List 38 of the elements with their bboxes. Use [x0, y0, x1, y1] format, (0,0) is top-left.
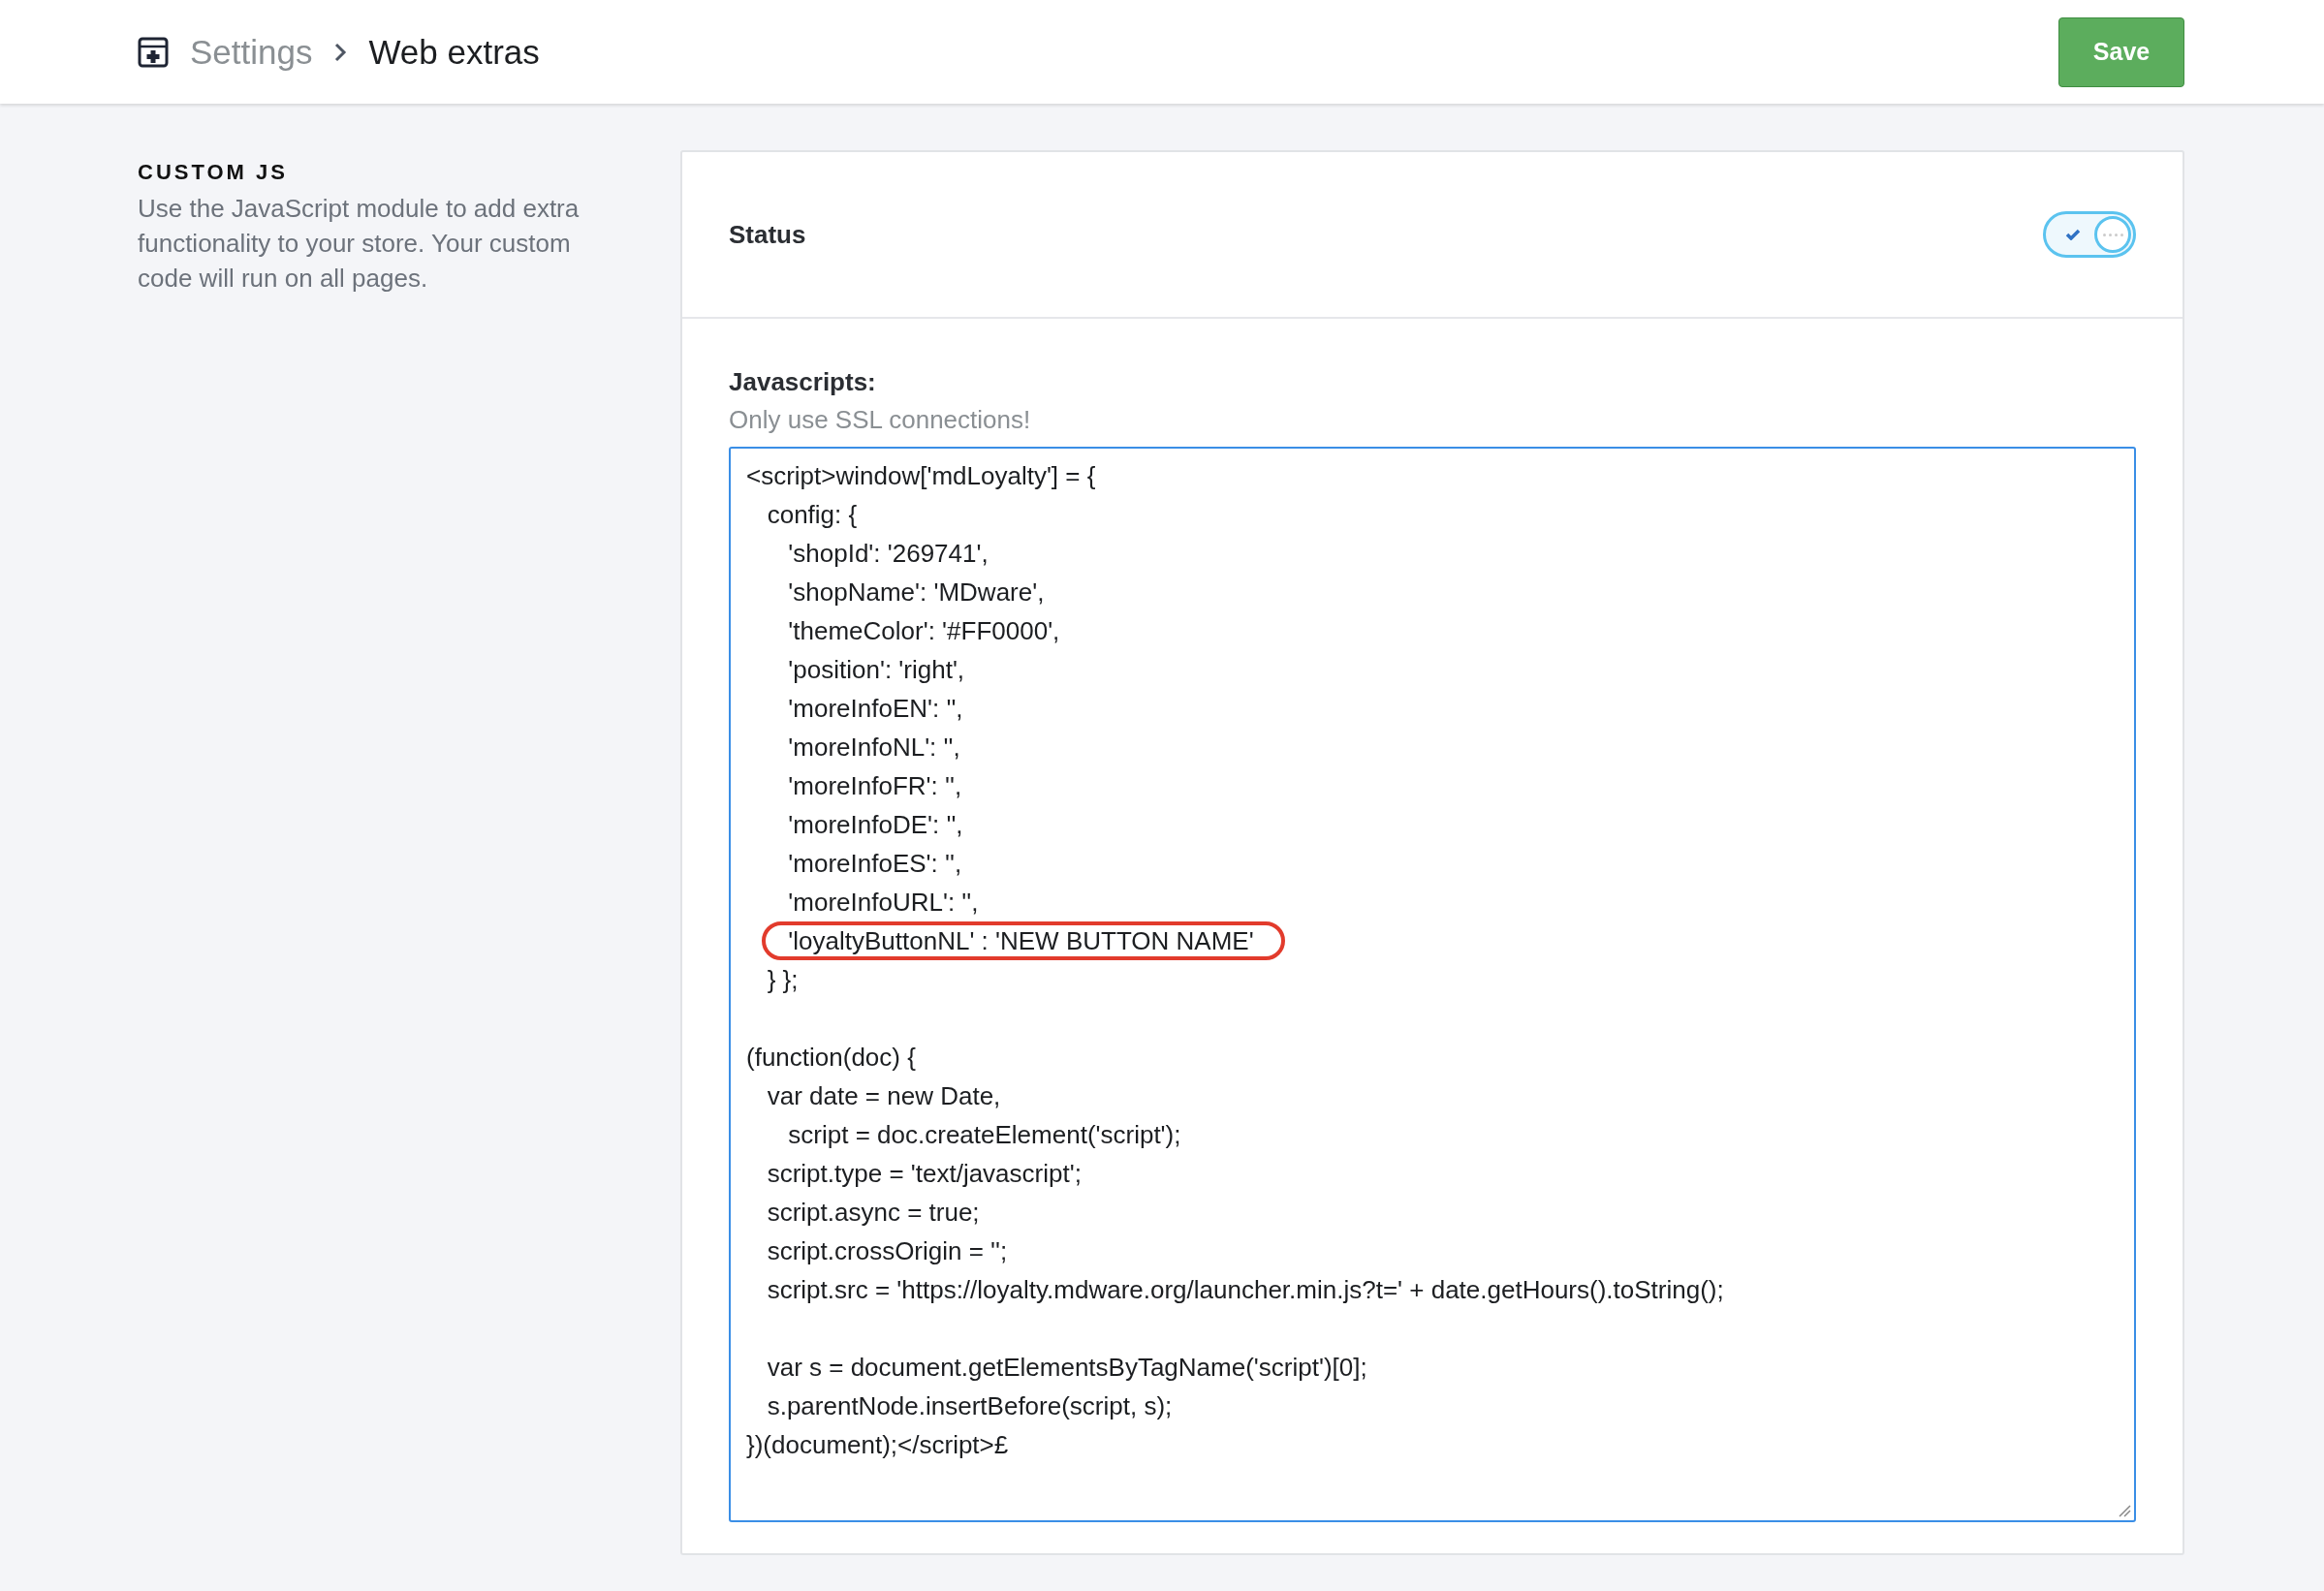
browser-window-plus-icon [138, 36, 169, 68]
code-line: 'shopName': 'MDware', [787, 577, 1045, 608]
code-line: 'position': 'right', [787, 654, 965, 686]
code-line: })(document);</script>£ [746, 1429, 1009, 1461]
page-title: Web extras [368, 32, 540, 72]
code-line: script = doc.createElement('script'); [787, 1119, 1181, 1151]
code-line: config: { [766, 499, 858, 531]
save-button[interactable]: Save [2058, 16, 2184, 87]
status-label: Status [729, 219, 806, 250]
check-icon [2065, 229, 2081, 240]
code-line: var date = new Date, [766, 1080, 1001, 1112]
code-line: } }; [766, 964, 799, 996]
javascripts-label: Javascripts: [729, 367, 877, 397]
code-line: 'loyaltyButtonNL' : 'NEW BUTTON NAME' [787, 926, 1254, 955]
code-line: 'themeColor': '#FF0000', [787, 615, 1060, 647]
code-line: s.parentNode.insertBefore(script, s); [766, 1390, 1173, 1422]
section-description: Use the JavaScript module to add extra functionality to your store. Your custom code will run on all pages. [138, 193, 581, 295]
code-line: 'moreInfoES': '', [787, 848, 962, 880]
code-line: (function(doc) { [746, 1042, 916, 1074]
code-line: 'shopId': '269741', [787, 538, 989, 570]
code-line: script.src = 'https://loyalty.mdware.org/launcher.min.js?t=' + date.getHours().toString(); [766, 1274, 1724, 1306]
code-line: <script>window['mdLoyalty'] = { [746, 460, 1096, 492]
chevron-right-icon [333, 41, 348, 63]
code-editor[interactable] [729, 447, 2136, 1522]
code-line: 'moreInfoFR': '', [787, 770, 962, 802]
code-line: 'moreInfoEN': '', [787, 693, 963, 725]
code-line: 'moreInfoNL': '', [787, 732, 960, 764]
resize-handle-icon[interactable] [2118, 1504, 2131, 1517]
code-line: 'moreInfoDE': '', [787, 809, 963, 841]
code-line: script.type = 'text/javascript'; [766, 1158, 1082, 1190]
section-title: CUSTOM JS [138, 160, 289, 185]
ssl-hint: Only use SSL connections! [729, 405, 1032, 435]
breadcrumb-link[interactable]: Settings [190, 32, 313, 72]
code-line: var s = document.getElementsByTagName('script')[0]; [766, 1352, 1367, 1384]
status-toggle[interactable] [2043, 211, 2136, 258]
code-line: script.crossOrigin = ''; [766, 1235, 1008, 1267]
code-line: 'moreInfoURL': '', [787, 887, 979, 919]
code-line: script.async = true; [766, 1197, 980, 1229]
